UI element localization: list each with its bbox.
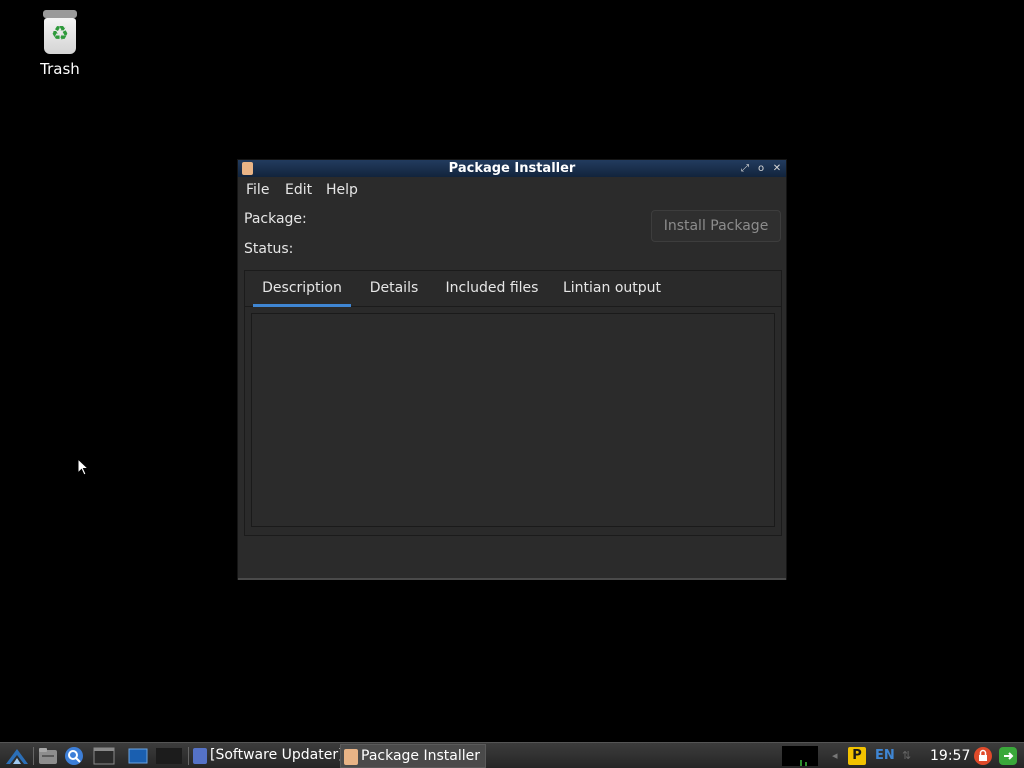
tab-description[interactable]: Description — [253, 271, 351, 307]
install-package-button[interactable]: Install Package — [651, 210, 781, 242]
terminal-icon[interactable] — [93, 746, 115, 766]
file-manager-icon[interactable] — [37, 746, 59, 766]
desktop-workspace-1-icon[interactable] — [127, 746, 149, 766]
trash-desktop-icon[interactable]: ♻ Trash — [30, 8, 90, 78]
maximize-icon[interactable]: ⤢ — [738, 161, 752, 176]
trash-label: Trash — [40, 60, 80, 78]
cpu-monitor-icon — [782, 746, 818, 766]
web-browser-icon[interactable] — [63, 746, 85, 766]
menu-help[interactable]: Help — [326, 182, 358, 198]
package-label: Package: — [244, 211, 307, 227]
tab-included-files[interactable]: Included files — [439, 271, 545, 307]
software-updater-icon — [193, 748, 207, 764]
task-package-installer[interactable]: Package Installer — [340, 744, 486, 768]
minimize-icon[interactable]: o — [754, 161, 768, 176]
volume-icon[interactable]: ◂ — [832, 747, 838, 765]
start-menu-icon[interactable] — [4, 746, 30, 766]
package-installer-window: Package Installer ⤢ o ✕ File Edit Help P… — [237, 159, 787, 580]
menu-file[interactable]: File — [246, 182, 269, 198]
keyboard-language[interactable]: EN — [875, 747, 895, 765]
tab-notebook: Description Details Included files Linti… — [244, 270, 782, 536]
clock[interactable]: 19:57 — [930, 747, 970, 765]
tab-details[interactable]: Details — [363, 271, 425, 307]
network-icon[interactable]: ⇅ — [902, 747, 911, 765]
package-installer-icon — [344, 749, 358, 765]
status-label: Status: — [244, 241, 294, 257]
close-icon[interactable]: ✕ — [770, 161, 784, 176]
desktop-workspace-2-icon[interactable] — [155, 746, 183, 766]
menu-edit[interactable]: Edit — [285, 182, 312, 198]
tab-bar: Description Details Included files Linti… — [245, 271, 781, 307]
description-text-area[interactable] — [251, 313, 775, 527]
window-bottom-edge — [238, 578, 786, 580]
mouse-cursor-icon — [77, 458, 89, 476]
logout-icon[interactable] — [998, 746, 1018, 766]
window-title: Package Installer — [448, 161, 576, 176]
menu-bar: File Edit Help — [238, 178, 786, 202]
lock-screen-icon[interactable] — [974, 746, 992, 766]
taskbar: [Software Updater] Package Installer ◂ P… — [0, 742, 1024, 768]
tab-lintian-output[interactable]: Lintian output — [559, 271, 665, 307]
tray-app-badge[interactable]: P — [848, 747, 866, 765]
task-software-updater[interactable]: [Software Updater] — [190, 744, 344, 768]
title-bar[interactable]: Package Installer ⤢ o ✕ — [238, 160, 786, 177]
trash-icon[interactable]: ♻ — [41, 8, 79, 54]
